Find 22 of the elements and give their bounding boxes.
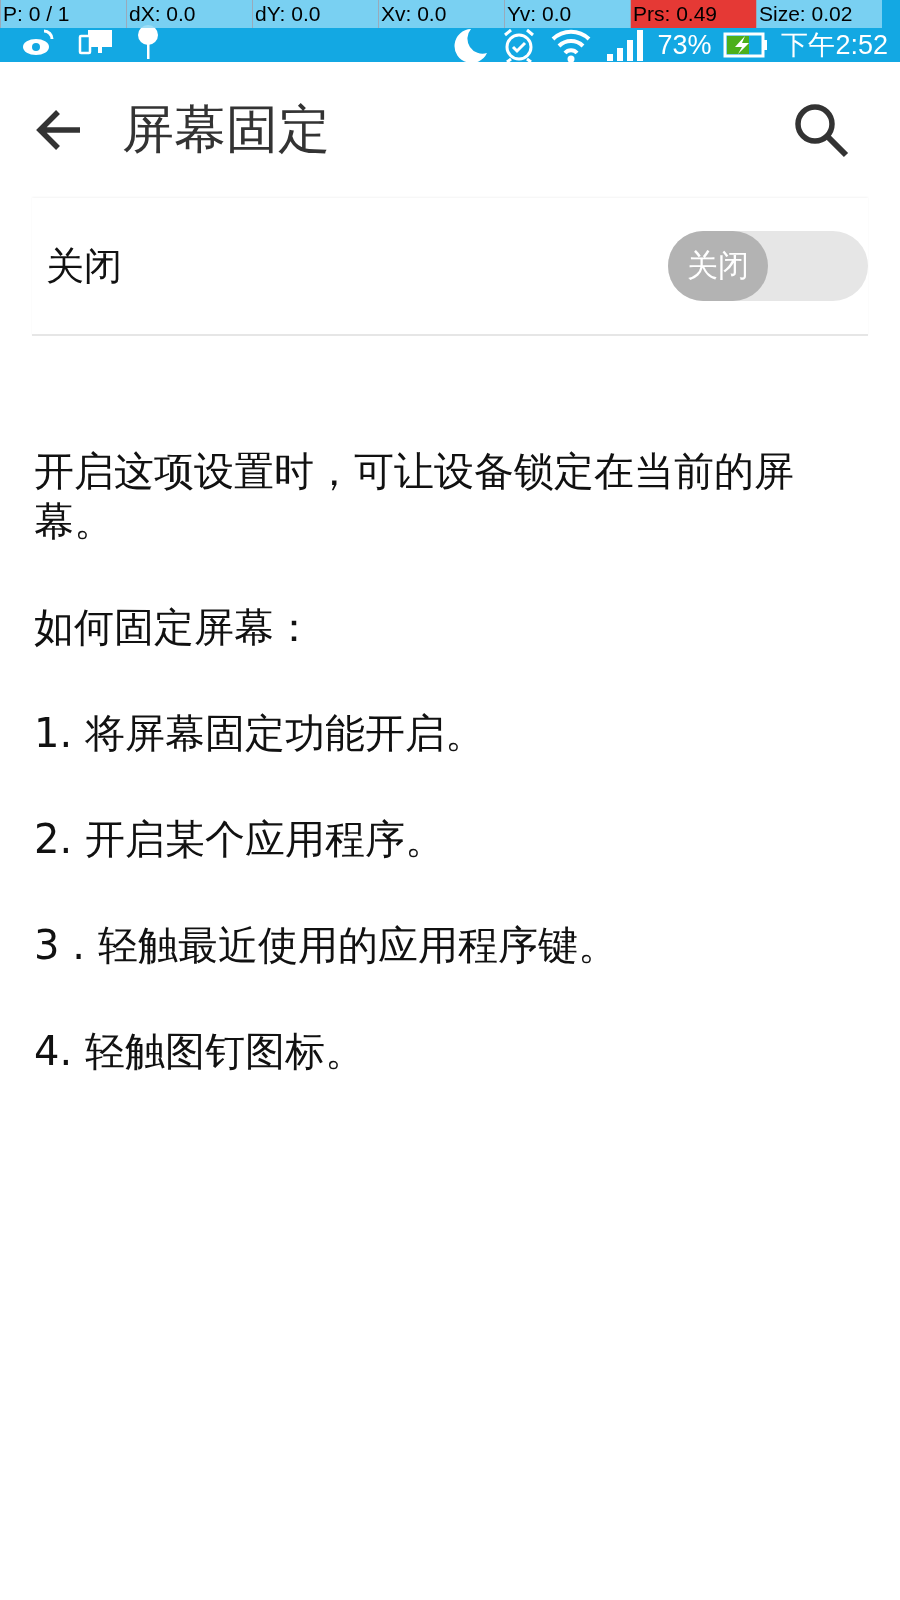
clock-time: 下午2:52 (781, 31, 888, 59)
instruction-text: 2. 开启某个应用程序。 (34, 815, 446, 864)
description-text: 开启这项设置时，可让设备锁定在当前的屏幕。 (34, 447, 795, 546)
instruction-text: 4. 轻触图钉图标。 (34, 1027, 366, 1076)
pointer-readout: dY: 0.0 (252, 0, 378, 28)
devices-icon (78, 28, 114, 56)
instruction-text: 如何固定屏幕： (34, 603, 315, 652)
pointer-readout: P: 0 / 1 (0, 0, 126, 28)
battery-charging-icon (723, 31, 770, 59)
instruction-text: 1. 将屏幕固定功能开启。 (34, 709, 486, 758)
search-icon[interactable] (792, 101, 850, 159)
pointer-readout: Xv: 0.0 (378, 0, 504, 28)
toggle-switch[interactable]: 关闭 (668, 231, 868, 301)
pointer-readout: Size: 0.02 (756, 0, 882, 28)
setting-label: 关闭 (46, 242, 122, 290)
signal-icon (605, 28, 646, 62)
instruction-text: 3 . 轻触最近使用的应用程序键。 (34, 921, 619, 970)
pointer-readout: Prs: 0.49 (630, 0, 756, 28)
battery-percentage: 73% (657, 31, 712, 59)
pointer-readout: dX: 0.0 (126, 0, 252, 28)
page-title: 屏幕固定 (122, 98, 330, 161)
eye-icon (20, 27, 56, 57)
